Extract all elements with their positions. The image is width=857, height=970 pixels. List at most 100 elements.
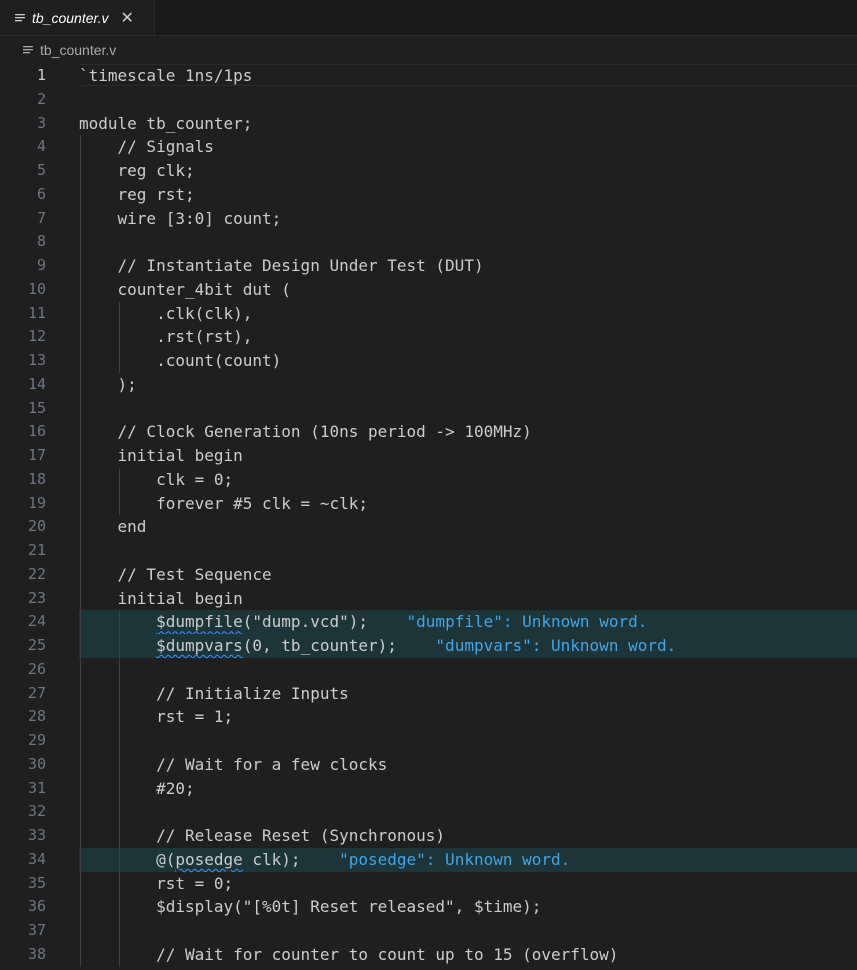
line-number[interactable]: 9 bbox=[0, 254, 79, 278]
code-text[interactable]: initial begin bbox=[79, 444, 243, 468]
line-number[interactable]: 7 bbox=[0, 207, 79, 231]
code-line[interactable]: 34 @(posedge clk); "posedge": Unknown wo… bbox=[0, 847, 857, 872]
code-line[interactable]: 30 // Wait for a few clocks bbox=[0, 752, 857, 777]
code-line[interactable]: 15 bbox=[0, 396, 857, 421]
code-line[interactable]: 26 bbox=[0, 657, 857, 682]
code-text[interactable]: ); bbox=[79, 373, 137, 397]
line-number[interactable]: 8 bbox=[0, 230, 79, 254]
code-line[interactable]: 18 clk = 0; bbox=[0, 467, 857, 492]
close-icon[interactable]: ✕ bbox=[121, 9, 134, 26]
line-number[interactable]: 4 bbox=[0, 135, 79, 159]
code-line[interactable]: 27 // Initialize Inputs bbox=[0, 681, 857, 706]
line-number[interactable]: 33 bbox=[0, 824, 79, 848]
code-line[interactable]: 25 $dumpvars(0, tb_counter); "dumpvars":… bbox=[0, 634, 857, 658]
line-number[interactable]: 18 bbox=[0, 468, 79, 492]
line-number[interactable]: 36 bbox=[0, 895, 79, 919]
code-text[interactable]: .clk(clk), bbox=[79, 302, 252, 326]
code-text[interactable]: reg rst; bbox=[79, 183, 195, 207]
line-number[interactable]: 29 bbox=[0, 729, 79, 753]
code-line[interactable]: 38 // Wait for counter to count up to 15… bbox=[0, 942, 857, 967]
line-number[interactable]: 37 bbox=[0, 919, 79, 943]
line-number[interactable]: 3 bbox=[0, 112, 79, 136]
spelling-error-word[interactable]: posedge bbox=[175, 850, 242, 869]
code-text[interactable]: module tb_counter; bbox=[79, 112, 252, 136]
line-number[interactable]: 14 bbox=[0, 373, 79, 397]
code-text[interactable]: // Clock Generation (10ns period -> 100M… bbox=[79, 420, 532, 444]
line-number[interactable]: 31 bbox=[0, 777, 79, 801]
line-number[interactable]: 28 bbox=[0, 705, 79, 729]
line-number[interactable]: 13 bbox=[0, 349, 79, 373]
code-text[interactable]: end bbox=[79, 515, 147, 539]
code-line[interactable]: 28 rst = 1; bbox=[0, 705, 857, 729]
code-line[interactable]: 11 .clk(clk), bbox=[0, 301, 857, 326]
code-line[interactable]: 14 ); bbox=[0, 372, 857, 397]
line-number[interactable]: 12 bbox=[0, 325, 79, 349]
code-text[interactable]: $dumpvars(0, tb_counter); "dumpvars": Un… bbox=[79, 634, 676, 658]
breadcrumb[interactable]: tb_counter.v bbox=[0, 38, 857, 62]
code-text[interactable]: // Release Reset (Synchronous) bbox=[79, 824, 445, 848]
line-number[interactable]: 25 bbox=[0, 634, 79, 658]
code-line[interactable]: 17 initial begin bbox=[0, 444, 857, 468]
spelling-error-word[interactable]: $dumpvars bbox=[156, 636, 243, 655]
code-line[interactable]: 1 `timescale 1ns/1ps bbox=[0, 64, 857, 88]
code-line[interactable]: 12 .rst(rst), bbox=[0, 325, 857, 349]
line-number[interactable]: 10 bbox=[0, 278, 79, 302]
code-line[interactable]: 24 $dumpfile("dump.vcd"); "dumpfile": Un… bbox=[0, 610, 857, 634]
line-number[interactable]: 17 bbox=[0, 444, 79, 468]
code-line[interactable]: 7 wire [3:0] count; bbox=[0, 206, 857, 231]
code-text[interactable]: rst = 1; bbox=[79, 705, 233, 729]
code-line[interactable]: 21 bbox=[0, 539, 857, 563]
line-number[interactable]: 1 bbox=[0, 64, 79, 88]
code-line[interactable]: 6 reg rst; bbox=[0, 182, 857, 207]
line-number[interactable]: 22 bbox=[0, 563, 79, 587]
line-number[interactable]: 2 bbox=[0, 88, 79, 112]
line-number[interactable]: 20 bbox=[0, 515, 79, 539]
code-text[interactable]: .rst(rst), bbox=[79, 325, 252, 349]
code-text[interactable]: @(posedge clk); "posedge": Unknown word. bbox=[79, 848, 570, 872]
code-line[interactable]: 20 end bbox=[0, 515, 857, 539]
code-line[interactable]: 2 bbox=[0, 88, 857, 112]
code-line[interactable]: 31 #20; bbox=[0, 776, 857, 801]
code-line[interactable]: 36 $display("[%0t] Reset released", $tim… bbox=[0, 895, 857, 919]
code-line[interactable]: 35 rst = 0; bbox=[0, 871, 857, 896]
line-number[interactable]: 35 bbox=[0, 872, 79, 896]
code-text[interactable]: .count(count) bbox=[79, 349, 281, 373]
code-text[interactable]: // Wait for a few clocks bbox=[79, 753, 387, 777]
line-number[interactable]: 5 bbox=[0, 159, 79, 183]
code-line[interactable]: 33 // Release Reset (Synchronous) bbox=[0, 824, 857, 848]
code-text[interactable]: #20; bbox=[79, 777, 195, 801]
code-line[interactable]: 10 counter_4bit dut ( bbox=[0, 277, 857, 302]
line-number[interactable]: 19 bbox=[0, 492, 79, 516]
line-number[interactable]: 16 bbox=[0, 420, 79, 444]
inline-diagnostic[interactable]: "posedge": Unknown word. bbox=[301, 850, 570, 869]
spelling-error-word[interactable]: $dumpfile bbox=[156, 612, 243, 631]
code-line[interactable]: 29 bbox=[0, 729, 857, 753]
code-line[interactable]: 19 forever #5 clk = ~clk; bbox=[0, 491, 857, 516]
code-text[interactable]: rst = 0; bbox=[79, 872, 233, 896]
code-line[interactable]: 9 // Instantiate Design Under Test (DUT) bbox=[0, 254, 857, 278]
code-line[interactable]: 4 // Signals bbox=[0, 135, 857, 159]
code-line[interactable]: 13 .count(count) bbox=[0, 349, 857, 373]
code-line[interactable]: 23 initial begin bbox=[0, 586, 857, 611]
breadcrumb-file[interactable]: tb_counter.v bbox=[40, 42, 116, 58]
code-text[interactable]: // Test Sequence bbox=[79, 563, 272, 587]
code-text[interactable]: // Instantiate Design Under Test (DUT) bbox=[79, 254, 484, 278]
code-text[interactable]: wire [3:0] count; bbox=[79, 207, 282, 231]
line-number[interactable]: 6 bbox=[0, 183, 79, 207]
tab-tb-counter[interactable]: tb_counter.v ✕ bbox=[0, 0, 155, 35]
code-text[interactable]: initial begin bbox=[79, 587, 243, 611]
code-editor[interactable]: 1 `timescale 1ns/1ps 2 3 module tb_counter; 4… bbox=[0, 64, 857, 970]
line-number[interactable]: 38 bbox=[0, 943, 79, 967]
line-number[interactable]: 26 bbox=[0, 658, 79, 682]
line-number[interactable]: 21 bbox=[0, 539, 79, 563]
code-line[interactable]: 22 // Test Sequence bbox=[0, 562, 857, 587]
line-number[interactable]: 11 bbox=[0, 302, 79, 326]
code-line[interactable]: 8 bbox=[0, 230, 857, 254]
code-text[interactable]: `timescale 1ns/1ps bbox=[79, 64, 252, 88]
line-number[interactable]: 27 bbox=[0, 682, 79, 706]
code-line[interactable]: 3 module tb_counter; bbox=[0, 112, 857, 136]
inline-diagnostic[interactable]: "dumpvars": Unknown word. bbox=[397, 636, 676, 655]
code-text[interactable]: // Wait for counter to count up to 15 (o… bbox=[79, 943, 618, 967]
code-line[interactable]: 16 // Clock Generation (10ns period -> 1… bbox=[0, 420, 857, 444]
code-line[interactable]: 5 reg clk; bbox=[0, 159, 857, 183]
